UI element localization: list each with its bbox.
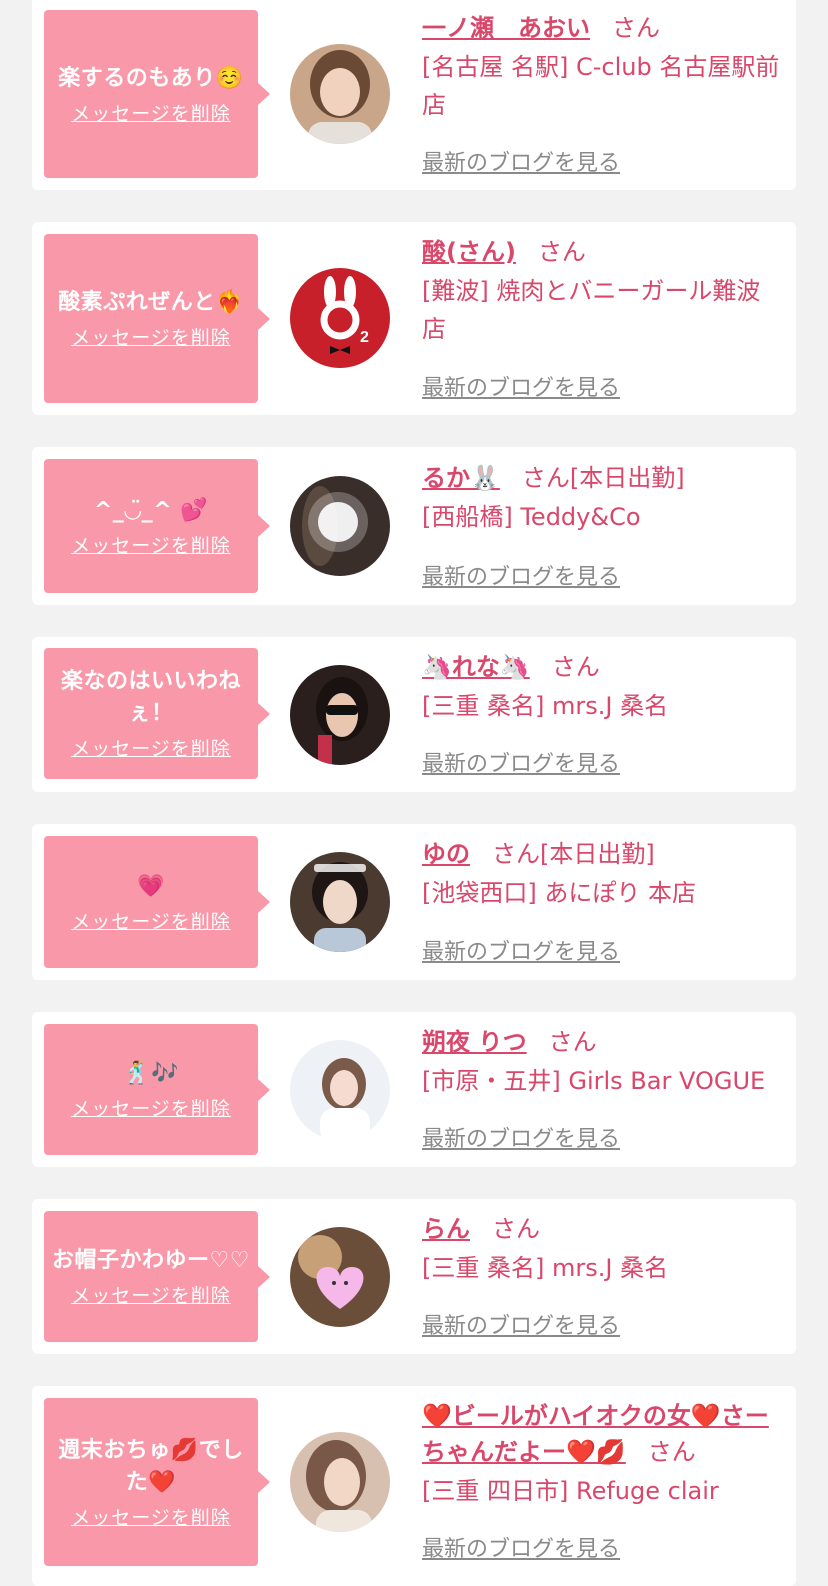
latest-blog-link[interactable]: 最新のブログを見る — [422, 934, 620, 966]
profile-name-link[interactable]: ❤️ビールがハイオクの女❤️さーちゃんだよー❤️💋 — [422, 1402, 769, 1466]
honorific: さん — [612, 14, 660, 42]
store-name: [西船橋] Teddy&Co — [422, 503, 641, 531]
avatar[interactable] — [290, 665, 390, 765]
message-bubble: 酸素ぷれぜんと❤️‍🔥 メッセージを削除 — [44, 234, 270, 403]
profile-info: るか🐰 さん[本日出勤] [西船橋] Teddy&Co — [422, 460, 782, 536]
latest-blog-link[interactable]: 最新のブログを見る — [422, 1121, 620, 1153]
profile-info: ❤️ビールがハイオクの女❤️さーちゃんだよー❤️💋 さん [三重 四日市] Ref… — [422, 1398, 782, 1510]
status-badge: [本日出勤] — [569, 464, 685, 492]
honorific: さん — [548, 1028, 597, 1056]
profile-name-link[interactable]: 🦄れな🦄 — [422, 653, 530, 681]
delete-message-link[interactable]: メッセージを削除 — [71, 1503, 231, 1530]
message-text: 💗 — [137, 873, 165, 899]
profile-info: 🦄れな🦄 さん [三重 桑名] mrs.J 桑名 — [422, 649, 782, 725]
latest-blog-link[interactable]: 最新のブログを見る — [422, 559, 620, 591]
portrait-photo-icon — [290, 44, 390, 144]
message-bubble: 💗 メッセージを削除 — [44, 836, 270, 968]
name-line: 一ノ瀬 あおい さん — [422, 10, 782, 46]
latest-blog-link[interactable]: 最新のブログを見る — [422, 746, 620, 778]
name-line: 🦄れな🦄 さん — [422, 649, 782, 685]
profile-name-link[interactable]: るか🐰 — [422, 464, 500, 492]
message-bubble: ^_◡̈_^ 💕 メッセージを削除 — [44, 459, 270, 593]
status-badge: [本日出勤] — [540, 840, 655, 868]
name-line: るか🐰 さん[本日出勤] — [422, 460, 782, 496]
delete-message-link[interactable]: メッセージを削除 — [71, 99, 231, 126]
delete-message-link[interactable]: メッセージを削除 — [71, 1094, 231, 1121]
heart-face-photo-icon — [290, 1227, 390, 1327]
delete-message-link[interactable]: メッセージを削除 — [71, 323, 231, 350]
portrait-photo-icon — [290, 852, 390, 952]
profile-name-link[interactable]: ゆの — [422, 840, 470, 868]
delete-message-link[interactable]: メッセージを削除 — [71, 1281, 231, 1308]
honorific: さん — [492, 840, 540, 868]
latest-blog-link[interactable]: 最新のブログを見る — [422, 370, 620, 402]
latest-blog-link[interactable]: 最新のブログを見る — [422, 1531, 620, 1563]
store-name: [名古屋 名駅] C-club 名古屋駅前店 — [422, 53, 780, 119]
avatar[interactable] — [290, 852, 390, 952]
profile-info: ゆの さん[本日出勤] [池袋西口] あにぽり 本店 — [422, 836, 782, 912]
message-bubble: 週末おちゅ💋でした❤️ メッセージを削除 — [44, 1398, 270, 1566]
message-bubble: 🕺🎶 メッセージを削除 — [44, 1024, 270, 1155]
latest-blog-link[interactable]: 最新のブログを見る — [422, 1308, 620, 1340]
message-bubble: 楽するのもあり☺️ メッセージを削除 — [44, 10, 270, 178]
portrait-photo-icon — [290, 476, 390, 576]
name-line: 朔夜 りつ さん — [422, 1024, 782, 1060]
store-name: [市原・五井] Girls Bar VOGUE — [422, 1067, 766, 1095]
profile-info: 朔夜 りつ さん [市原・五井] Girls Bar VOGUE — [422, 1024, 782, 1100]
profile-name-link[interactable]: 一ノ瀬 あおい — [422, 14, 590, 42]
honorific: さん — [492, 1215, 540, 1243]
message-card: お帽子かわゆー♡♡ メッセージを削除 らん さん [三重 桑名] mrs.J 桑名… — [32, 1199, 796, 1354]
message-text: 楽するのもあり☺️ — [58, 65, 244, 91]
delete-message-link[interactable]: メッセージを削除 — [71, 734, 231, 761]
delete-message-link[interactable]: メッセージを削除 — [71, 531, 231, 558]
message-text: お帽子かわゆー♡♡ — [52, 1248, 250, 1273]
honorific: さん — [551, 653, 600, 681]
profile-name-link[interactable]: 朔夜 りつ — [422, 1028, 527, 1056]
name-line: らん さん — [422, 1211, 782, 1247]
portrait-photo-icon — [290, 1432, 390, 1532]
message-text: 週末おちゅ💋でした❤️ — [58, 1437, 244, 1495]
avatar[interactable] — [290, 476, 390, 576]
honorific: さん — [647, 1438, 696, 1466]
svg-text:2: 2 — [360, 329, 369, 346]
latest-blog-link[interactable]: 最新のブログを見る — [422, 145, 620, 177]
profile-info: 一ノ瀬 あおい さん [名古屋 名駅] C-club 名古屋駅前店 — [422, 10, 782, 124]
message-card: 楽するのもあり☺️ メッセージを削除 一ノ瀬 あおい さん [名古屋 名駅] C-… — [32, 0, 796, 190]
avatar[interactable] — [290, 1432, 390, 1532]
message-text: 🕺🎶 — [123, 1061, 179, 1086]
name-line: ゆの さん[本日出勤] — [422, 836, 782, 872]
message-bubble: お帽子かわゆー♡♡ メッセージを削除 — [44, 1211, 270, 1342]
honorific: さん — [537, 238, 586, 266]
portrait-photo-icon — [290, 1040, 390, 1140]
message-text: 酸素ぷれぜんと❤️‍🔥 — [58, 290, 244, 315]
avatar[interactable] — [290, 1040, 390, 1140]
message-card: 💗 メッセージを削除 ゆの さん[本日出勤] [池袋西口] あにぽり 本店 最新の… — [32, 824, 796, 980]
message-card: 週末おちゅ💋でした❤️ メッセージを削除 ❤️ビールがハイオクの女❤️さーちゃん… — [32, 1386, 796, 1586]
avatar[interactable] — [290, 44, 390, 144]
store-name: [三重 桑名] mrs.J 桑名 — [422, 1254, 669, 1282]
o2-bunny-logo-icon: 2 — [290, 268, 390, 368]
honorific: さん — [521, 464, 570, 492]
profile-name-link[interactable]: らん — [422, 1215, 470, 1243]
profile-info: らん さん [三重 桑名] mrs.J 桑名 — [422, 1211, 782, 1287]
profile-name-link[interactable]: 酸(さん) — [422, 238, 516, 266]
portrait-photo-icon — [290, 665, 390, 765]
delete-message-link[interactable]: メッセージを削除 — [71, 907, 231, 934]
store-name: [三重 桑名] mrs.J 桑名 — [422, 692, 669, 720]
avatar[interactable] — [290, 1227, 390, 1327]
store-name: [池袋西口] あにぽり 本店 — [422, 879, 696, 907]
message-bubble: 楽なのはいいわねぇ！ メッセージを削除 — [44, 648, 270, 779]
name-line: ❤️ビールがハイオクの女❤️さーちゃんだよー❤️💋 さん — [422, 1398, 782, 1470]
name-line: 酸(さん) さん — [422, 234, 782, 270]
avatar[interactable]: 2 — [290, 268, 390, 368]
store-name: [三重 四日市] Refuge clair — [422, 1477, 719, 1505]
store-name: [難波] 焼肉とバニーガール難波店 — [422, 277, 761, 343]
message-card: 🕺🎶 メッセージを削除 朔夜 りつ さん [市原・五井] Girls Bar VO… — [32, 1012, 796, 1167]
message-card: ^_◡̈_^ 💕 メッセージを削除 るか🐰 さん[本日出勤] [西船橋] Tedd… — [32, 447, 796, 605]
message-text: 楽なのはいいわねぇ！ — [60, 669, 241, 726]
message-card: 楽なのはいいわねぇ！ メッセージを削除 🦄れな🦄 さん [三重 桑名] mrs.J… — [32, 637, 796, 792]
message-text: ^_◡̈_^ 💕 — [93, 497, 209, 523]
message-card: 酸素ぷれぜんと❤️‍🔥 メッセージを削除 2 酸(さん) さん [難波] 焼肉とバ… — [32, 222, 796, 415]
profile-info: 酸(さん) さん [難波] 焼肉とバニーガール難波店 — [422, 234, 782, 348]
